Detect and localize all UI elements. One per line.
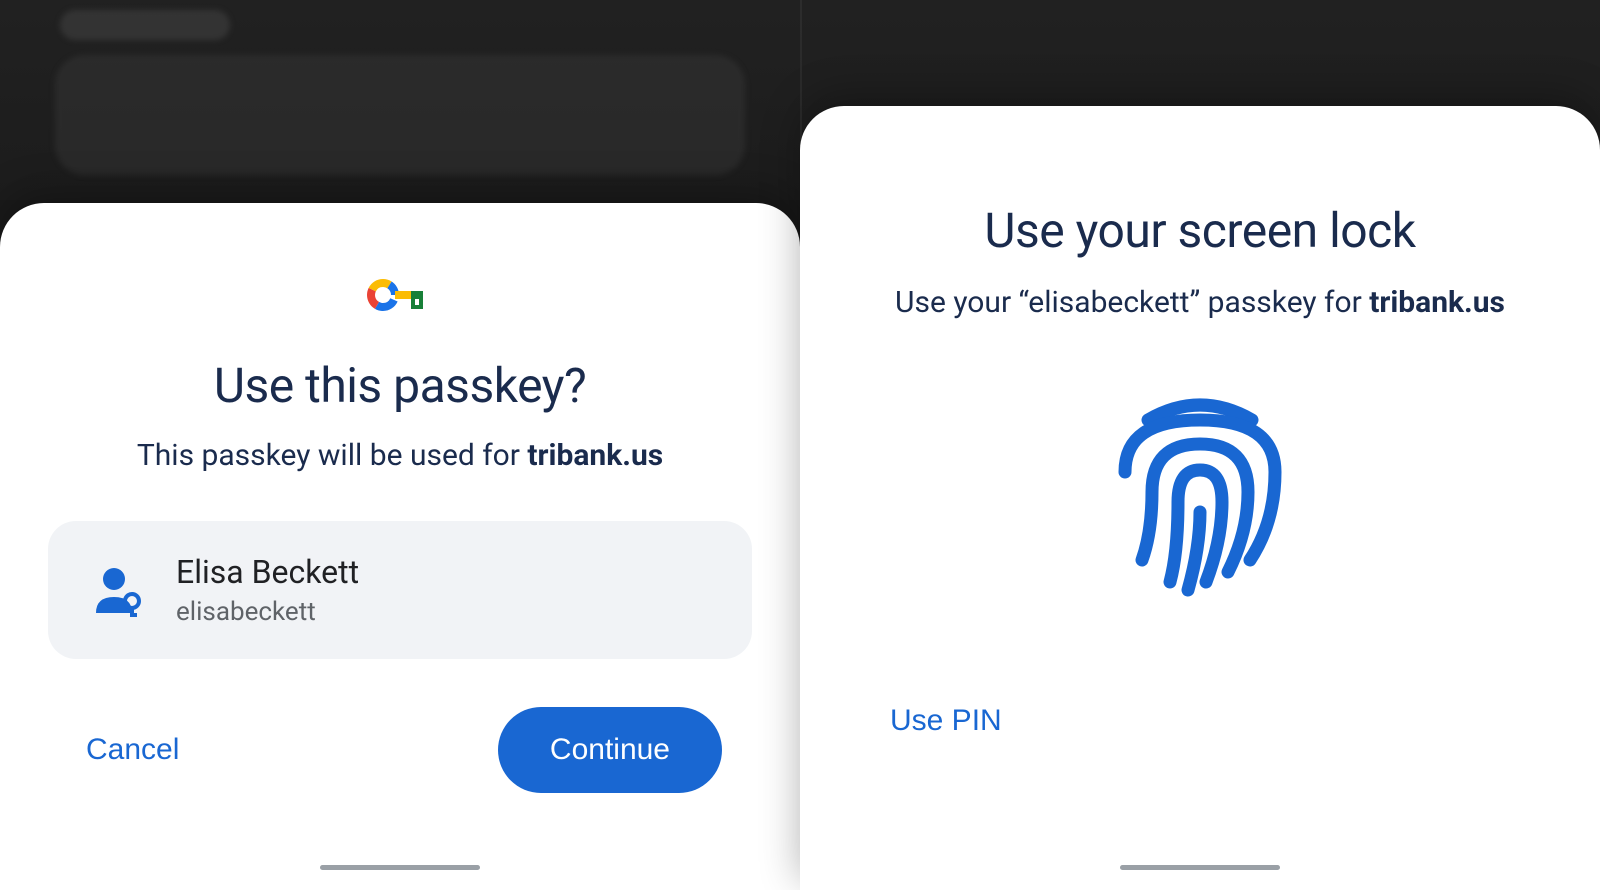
- passkey-bottom-sheet: Use this passkey? This passkey will be u…: [0, 203, 800, 890]
- user-passkey-icon: [90, 563, 144, 617]
- account-card[interactable]: Elisa Beckett elisabeckett: [48, 521, 752, 659]
- dialog-title: Use this passkey?: [0, 357, 800, 414]
- continue-button[interactable]: Continue: [498, 707, 722, 793]
- use-pin-button[interactable]: Use PIN: [882, 692, 1010, 750]
- blurred-background: [0, 0, 800, 200]
- dialog-title: Use your screen lock: [800, 202, 1600, 259]
- dialog-subtitle: Use your “elisabeckett” passkey for trib…: [800, 285, 1600, 320]
- cancel-button[interactable]: Cancel: [78, 721, 187, 779]
- right-screen: Use your screen lock Use your “elisabeck…: [800, 0, 1600, 890]
- home-indicator[interactable]: [1120, 865, 1280, 870]
- account-name: Elisa Beckett: [176, 553, 359, 591]
- dialog-subtitle: This passkey will be used for tribank.us: [0, 438, 800, 473]
- fingerprint-icon[interactable]: [800, 382, 1600, 602]
- home-indicator[interactable]: [320, 865, 480, 870]
- account-username: elisabeckett: [176, 597, 359, 627]
- screenlock-bottom-sheet: Use your screen lock Use your “elisabeck…: [800, 106, 1600, 890]
- google-passkey-icon: [0, 277, 800, 313]
- left-screen: Use this passkey? This passkey will be u…: [0, 0, 800, 890]
